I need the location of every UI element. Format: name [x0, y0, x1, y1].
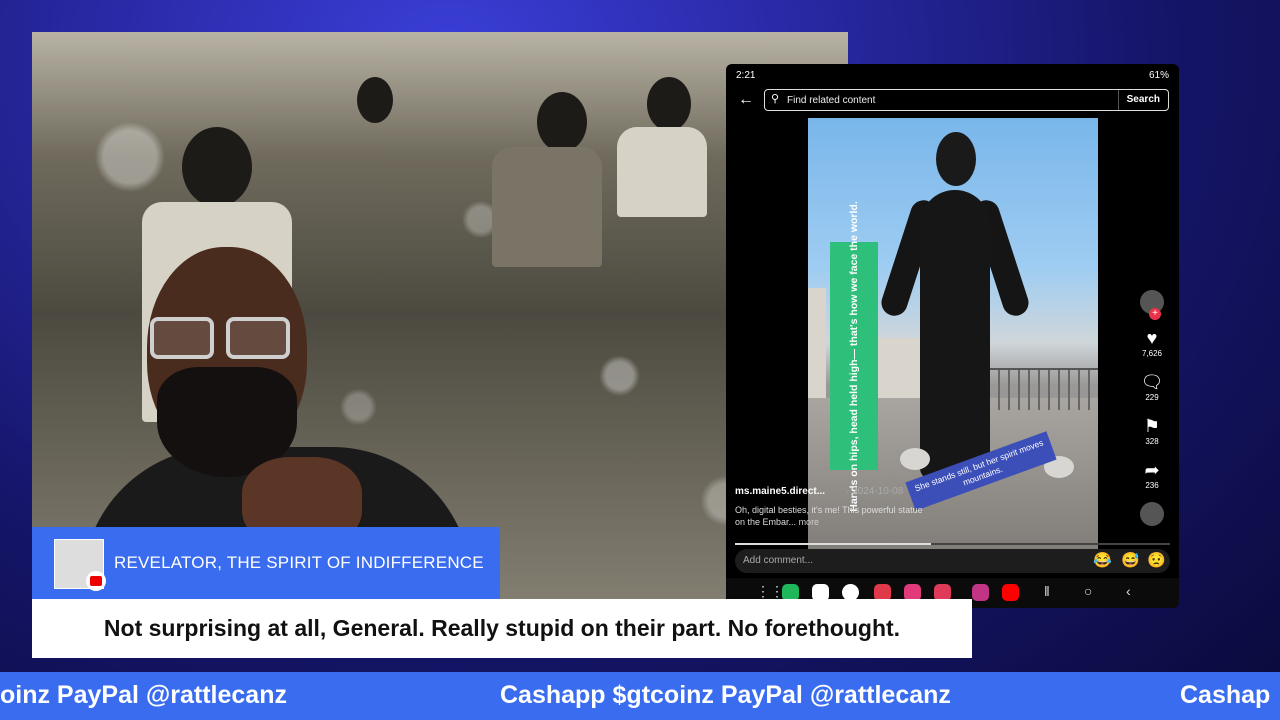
caption-text: Not surprising at all, General. Really s…: [103, 615, 901, 641]
action-rail: + ♥ 7,626 🗨 229 ⚑ 328 ➦ 236: [1135, 290, 1169, 526]
app-drawer-icon[interactable]: ⋮⋮: [756, 583, 784, 600]
ticker-text: Cashap: [1180, 681, 1271, 709]
creator-avatar[interactable]: +: [1140, 290, 1164, 320]
follow-plus-icon[interactable]: +: [1149, 308, 1161, 320]
building: [808, 288, 826, 398]
phone-status-bar: 2:21 61%: [736, 70, 1169, 84]
save-count: 328: [1145, 437, 1159, 446]
description-text: Oh, digital besties, it's me! This power…: [735, 505, 923, 527]
share-count: 236: [1145, 481, 1159, 490]
battery-level: 61%: [1148, 70, 1169, 81]
ticker-text: oinz PayPal @rattlecanz: [0, 681, 287, 709]
progress-fill: [735, 543, 931, 545]
phone-screen-share: 2:21 61% ← ⚲ Find related content Search…: [726, 64, 1179, 608]
photo-figure: [492, 147, 602, 267]
speaker-name: REVELATOR, THE SPIRIT OF INDIFFERENCE: [114, 553, 484, 572]
instagram-icon[interactable]: [972, 584, 989, 601]
video-description: Oh, digital besties, it's me! This power…: [735, 504, 935, 528]
comment-icon[interactable]: 🗨: [1135, 372, 1169, 392]
statue-head: [936, 132, 976, 186]
back-nav-icon[interactable]: ‹: [1126, 583, 1131, 599]
search-bar: ← ⚲ Find related content Search: [734, 89, 1169, 113]
statue-body: [920, 190, 990, 480]
pier-railing: [978, 368, 1098, 410]
photo-figure: [617, 127, 707, 217]
search-icon: ⚲: [771, 93, 780, 105]
bookmark-icon[interactable]: ⚑: [1135, 416, 1169, 436]
recents-nav-icon[interactable]: ‖: [1044, 583, 1050, 599]
search-input[interactable]: ⚲ Find related content Search: [764, 89, 1169, 111]
post-date: · 2024-10-08: [846, 486, 904, 497]
playback-progress[interactable]: [735, 543, 1170, 545]
emoji-worried-icon[interactable]: 😟: [1147, 551, 1166, 569]
donation-ticker: oinz PayPal @rattlecanz Cashapp $gtcoinz…: [0, 672, 1280, 720]
caption-green-text: Hands on hips, head held high— that's ho…: [847, 200, 860, 512]
more-link[interactable]: more: [799, 517, 820, 527]
youtube-icon[interactable]: [1002, 584, 1019, 601]
photo-figure: [647, 77, 691, 131]
like-count: 7,626: [1141, 349, 1163, 358]
home-nav-icon[interactable]: ○: [1084, 583, 1092, 599]
share-icon[interactable]: ➦: [1135, 460, 1169, 480]
comment-input[interactable]: Add comment... 😂 😅 😟: [735, 549, 1170, 573]
search-button[interactable]: Search: [1117, 90, 1168, 110]
back-arrow-icon[interactable]: ←: [738, 91, 754, 109]
comment-count: 229: [1145, 393, 1159, 402]
heart-icon[interactable]: ♥: [1135, 328, 1169, 348]
creator-username[interactable]: ms.maine5.direct...: [735, 486, 825, 497]
bollard: [900, 448, 930, 470]
comment-placeholder: Add comment...: [743, 555, 814, 566]
photo-figure: [357, 77, 393, 123]
streamer-glasses: [150, 317, 300, 359]
youtube-badge-icon: [86, 571, 106, 591]
photo-figure: [537, 92, 587, 152]
photo-figure: [182, 127, 252, 207]
emoji-sweat-icon[interactable]: 😅: [1121, 551, 1140, 569]
chat-caption-banner: Not surprising at all, General. Really s…: [32, 599, 972, 658]
search-placeholder: Find related content: [787, 95, 876, 106]
sound-avatar[interactable]: [1140, 502, 1164, 526]
ticker-text: Cashapp $gtcoinz PayPal @rattlecanz: [500, 681, 951, 709]
speaker-nametag: REVELATOR, THE SPIRIT OF INDIFFERENCE: [32, 527, 500, 599]
video-caption-green: Hands on hips, head held high— that's ho…: [830, 201, 878, 511]
status-time: 2:21: [736, 70, 756, 81]
emoji-laugh-icon[interactable]: 😂: [1093, 551, 1112, 569]
